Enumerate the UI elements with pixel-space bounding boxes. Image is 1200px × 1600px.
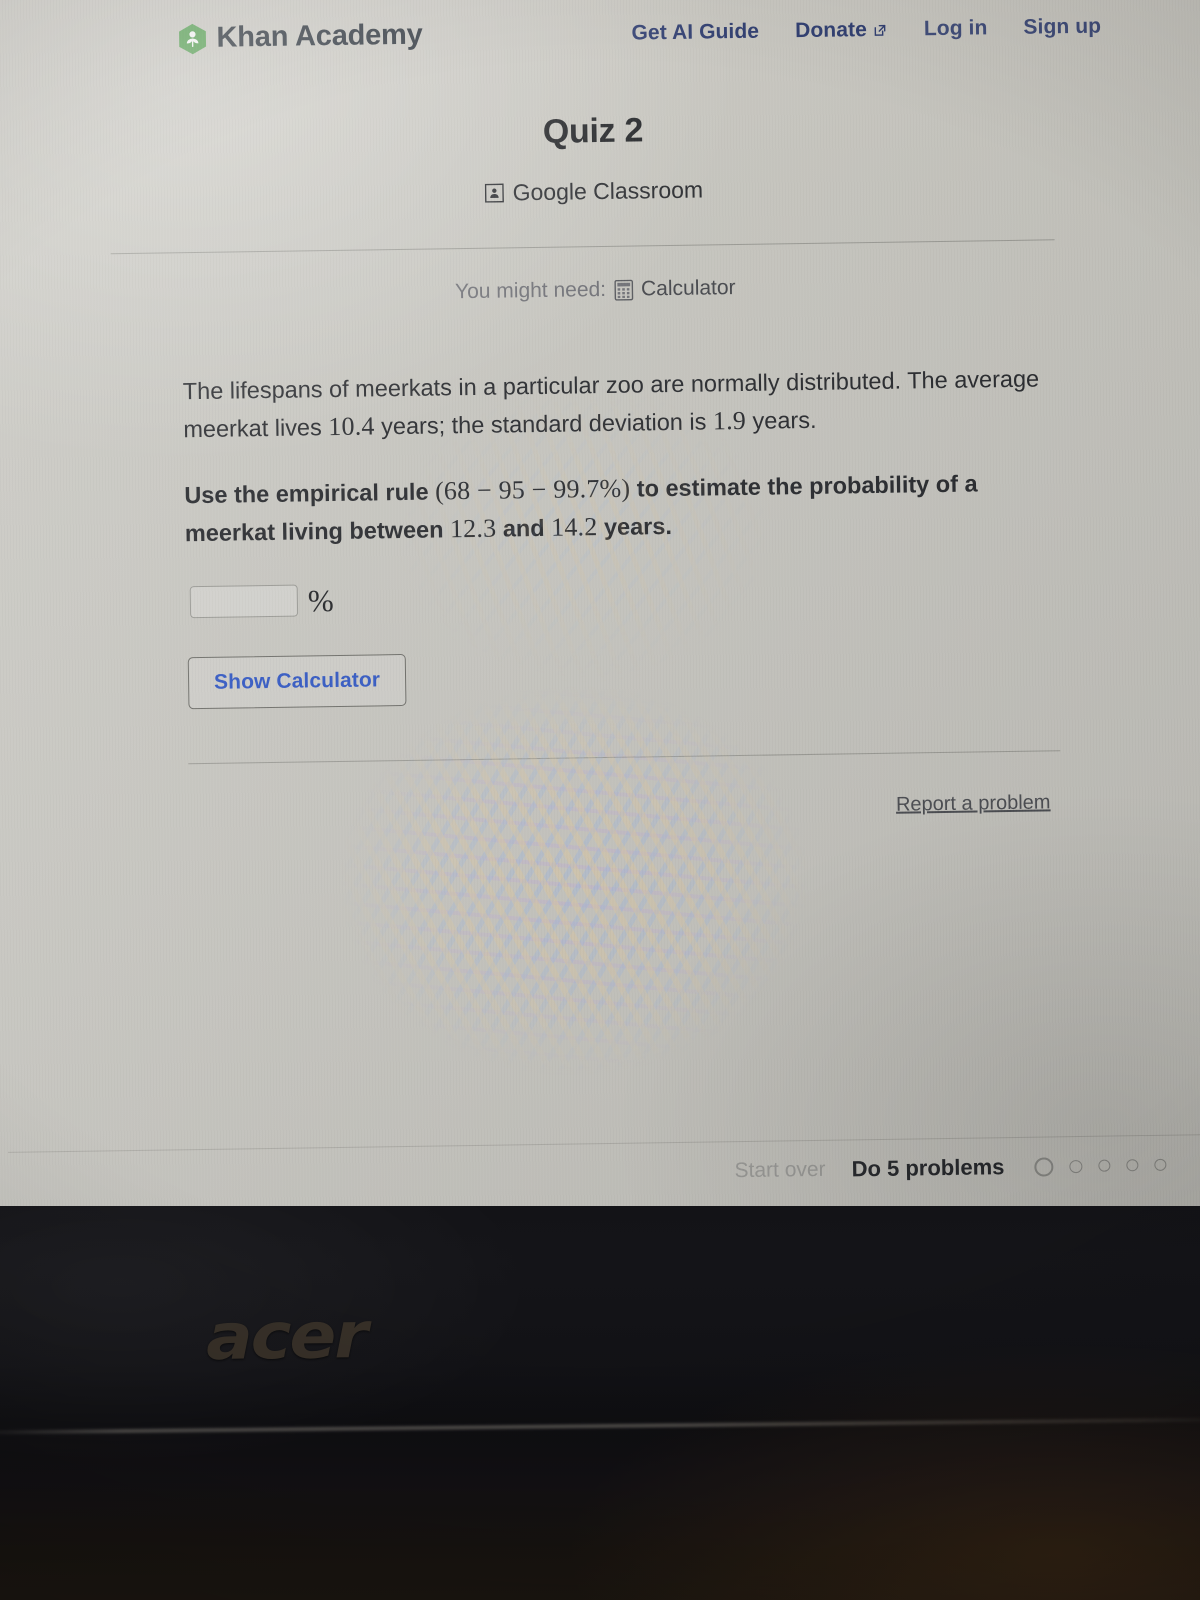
progress-dot[interactable]	[1034, 1156, 1054, 1177]
progress-dot[interactable]	[1126, 1159, 1139, 1172]
progress-dot[interactable]	[1069, 1159, 1083, 1173]
problem-text: years; the standard deviation is	[374, 408, 714, 440]
nav-link-label: Sign up	[1023, 14, 1102, 39]
external-link-icon	[874, 24, 886, 36]
calculator-icon[interactable]	[614, 279, 633, 301]
brand-name: Khan Academy	[216, 18, 423, 54]
problem-text: years.	[745, 406, 817, 434]
laptop-photo: Khan Academy Get AI Guide Donate Log in …	[0, 0, 1200, 1600]
problem-text: years.	[597, 513, 673, 541]
nav-link-get-ai-guide[interactable]: Get AI Guide	[631, 20, 759, 46]
problem-paragraph-2: Use the empirical rule (68 − 95 − 99.7%)…	[184, 463, 1057, 552]
google-classroom-icon	[484, 183, 504, 203]
laptop-bezel	[0, 1206, 1200, 1600]
divider-bottom	[188, 750, 1061, 765]
problem-upper-bound: 14.2	[550, 512, 598, 542]
acer-brand-logo: acer	[205, 1299, 367, 1375]
problem-mean-value: 10.4	[328, 411, 375, 442]
you-might-need-label: You might need:	[454, 277, 607, 304]
problem-paragraph-1: The lifespans of meerkats in a particula…	[183, 359, 1056, 448]
start-over-button[interactable]: Start over	[734, 1158, 825, 1183]
nav-link-label: Get AI Guide	[631, 19, 760, 45]
answer-input[interactable]	[189, 584, 299, 619]
nav-link-label: Donate	[794, 18, 868, 43]
khan-academy-leaf-icon	[179, 23, 207, 54]
problem-lower-bound: 12.3	[449, 513, 497, 544]
page-title: Quiz 2	[542, 111, 644, 151]
khan-academy-logo[interactable]: Khan Academy	[177, 19, 423, 56]
laptop-screen: Khan Academy Get AI Guide Donate Log in …	[0, 0, 1200, 1246]
percent-unit-label: %	[307, 582, 334, 618]
calculator-label[interactable]: Calculator	[641, 276, 736, 301]
report-a-problem-link[interactable]: Report a problem	[896, 791, 1051, 816]
do-problems-button[interactable]: Do 5 problems	[851, 1154, 1004, 1182]
answer-row: %	[189, 582, 334, 619]
google-classroom-link[interactable]: Google Classroom	[0, 169, 1194, 214]
problem-sd-value: 1.9	[712, 405, 747, 436]
you-might-need-row: You might need: Calculator	[0, 269, 1195, 311]
google-classroom-label: Google Classroom	[512, 176, 704, 206]
progress-dot[interactable]	[1098, 1159, 1111, 1172]
problem-text: and	[496, 514, 552, 542]
problem-text: Use the empirical rule	[184, 478, 436, 509]
divider-top	[110, 239, 1055, 255]
exercise-footer-bar: Start over Do 5 problems	[8, 1151, 1200, 1195]
nav-link-donate[interactable]: Donate	[795, 18, 888, 43]
nav-link-sign-up[interactable]: Sign up	[1023, 15, 1101, 40]
empirical-rule-values: (68 − 95 − 99.7%)	[434, 473, 631, 506]
nav-link-log-in[interactable]: Log in	[924, 16, 988, 41]
browser-page: Khan Academy Get AI Guide Donate Log in …	[0, 0, 1200, 1229]
progress-dot[interactable]	[1154, 1158, 1167, 1171]
show-calculator-button[interactable]: Show Calculator	[187, 653, 407, 710]
divider-footer	[8, 1134, 1200, 1153]
nav-links: Get AI Guide Donate Log in Sign up	[631, 15, 1101, 46]
nav-link-label: Log in	[923, 16, 988, 41]
progress-dots	[1034, 1155, 1167, 1177]
top-navigation: Khan Academy Get AI Guide Donate Log in …	[0, 0, 1192, 87]
